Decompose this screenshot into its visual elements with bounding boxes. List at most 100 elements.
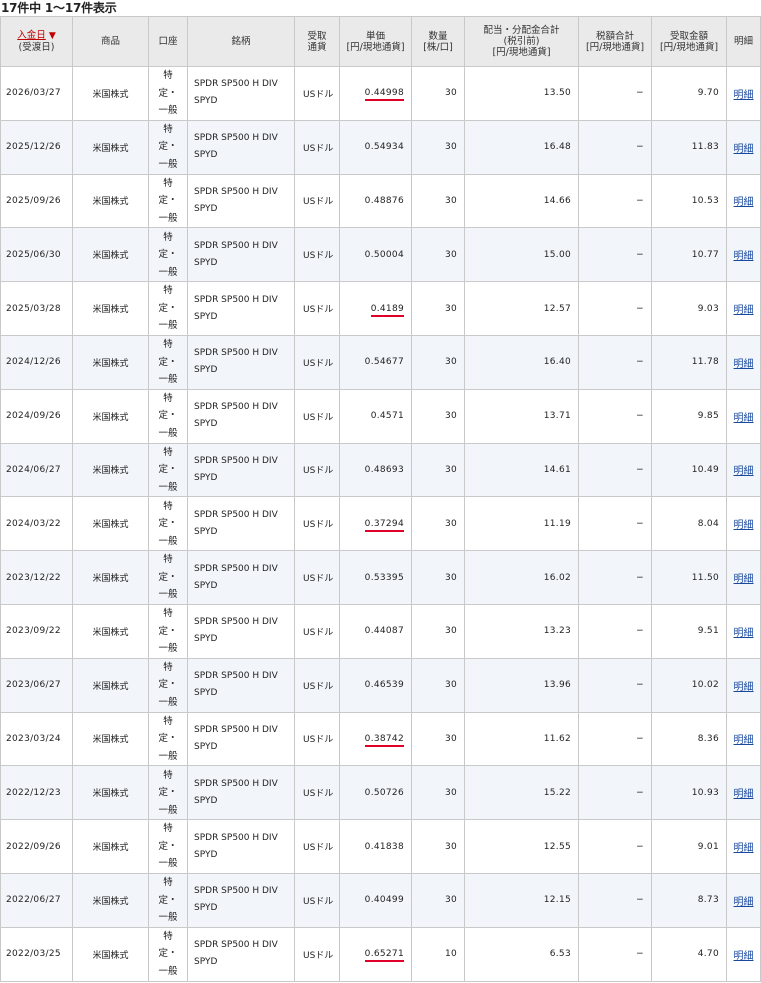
issue-name: SPDR SP500 H DIV bbox=[194, 671, 278, 682]
cell-received-amount: 9.70 bbox=[651, 66, 727, 121]
cell-product: 米国株式 bbox=[72, 550, 149, 605]
cell-product: 米国株式 bbox=[72, 334, 149, 390]
detail-link[interactable]: 明細 bbox=[734, 520, 754, 531]
table-row: 2025/06/30 米国株式特定・ 一般 SPDR SP500 H DIV SPYD U… bbox=[0, 227, 761, 283]
detail-link[interactable]: 明細 bbox=[734, 682, 754, 693]
cell-account: 特定・ 一般 bbox=[148, 66, 188, 121]
issue-name: SPDR SP500 H DIV bbox=[194, 509, 278, 520]
cell-tax-total: − bbox=[578, 765, 652, 821]
unit-price-value: 0.65271 bbox=[364, 949, 404, 963]
table-row: 2025/09/26 米国株式特定・ 一般 SPDR SP500 H DIV SPYD U… bbox=[0, 173, 761, 229]
cell-unit-price: 0.41838 bbox=[339, 819, 412, 874]
header-currency: 受取 通貨 bbox=[294, 16, 340, 67]
cell-date: 2022/03/25 bbox=[0, 926, 73, 982]
detail-link[interactable]: 明細 bbox=[734, 144, 754, 155]
header-date[interactable]: 入金日 ▼ (受渡日) bbox=[0, 16, 73, 67]
cell-unit-price: 0.38742 bbox=[339, 711, 412, 767]
cell-tax-total: − bbox=[578, 281, 652, 336]
cell-unit-price: 0.50726 bbox=[339, 765, 412, 821]
cell-dividend-total: 12.15 bbox=[464, 872, 579, 928]
cell-detail: 明細 bbox=[726, 550, 761, 605]
cell-currency: USドル bbox=[294, 496, 340, 552]
detail-link[interactable]: 明細 bbox=[734, 735, 754, 746]
cell-unit-price: 0.4189 bbox=[339, 281, 412, 336]
cell-dividend-total: 11.19 bbox=[464, 496, 579, 552]
cell-detail: 明細 bbox=[726, 765, 761, 821]
issue-ticker: SPYD bbox=[194, 419, 218, 430]
unit-price-value: 0.41838 bbox=[364, 841, 404, 852]
sort-by-date-link[interactable]: 入金日 bbox=[17, 30, 46, 41]
cell-date: 2026/03/27 bbox=[0, 66, 73, 121]
cell-product: 米国株式 bbox=[72, 872, 149, 928]
cell-unit-price: 0.65271 bbox=[339, 926, 412, 982]
cell-date: 2025/03/28 bbox=[0, 281, 73, 336]
cell-dividend-total: 16.48 bbox=[464, 119, 579, 175]
cell-date: 2024/06/27 bbox=[0, 442, 73, 498]
cell-product: 米国株式 bbox=[72, 657, 149, 713]
cell-account: 特定・ 一般 bbox=[148, 119, 188, 175]
cell-product: 米国株式 bbox=[72, 819, 149, 874]
cell-product: 米国株式 bbox=[72, 281, 149, 336]
cell-currency: USドル bbox=[294, 765, 340, 821]
table-row: 2024/03/22 米国株式特定・ 一般 SPDR SP500 H DIV SPYD U… bbox=[0, 496, 761, 552]
cell-account: 特定・ 一般 bbox=[148, 227, 188, 283]
sort-desc-icon[interactable]: ▼ bbox=[49, 31, 56, 41]
cell-currency: USドル bbox=[294, 872, 340, 928]
detail-link[interactable]: 明細 bbox=[734, 466, 754, 477]
cell-issue: SPDR SP500 H DIV SPYD bbox=[187, 119, 295, 175]
cell-product: 米国株式 bbox=[72, 173, 149, 229]
cell-tax-total: − bbox=[578, 227, 652, 283]
cell-tax-total: − bbox=[578, 442, 652, 498]
detail-link[interactable]: 明細 bbox=[734, 413, 754, 424]
detail-link[interactable]: 明細 bbox=[734, 574, 754, 585]
table-row: 2022/06/27 米国株式特定・ 一般 SPDR SP500 H DIV SPYD U… bbox=[0, 872, 761, 928]
issue-name: SPDR SP500 H DIV bbox=[194, 886, 278, 897]
cell-issue: SPDR SP500 H DIV SPYD bbox=[187, 765, 295, 821]
detail-link[interactable]: 明細 bbox=[734, 843, 754, 854]
cell-quantity: 30 bbox=[411, 227, 465, 283]
cell-account: 特定・ 一般 bbox=[148, 657, 188, 713]
table-row: 2024/06/27 米国株式特定・ 一般 SPDR SP500 H DIV SPYD U… bbox=[0, 442, 761, 498]
issue-name: SPDR SP500 H DIV bbox=[194, 778, 278, 789]
detail-link[interactable]: 明細 bbox=[734, 897, 754, 908]
issue-ticker: SPYD bbox=[194, 634, 218, 645]
cell-date: 2023/06/27 bbox=[0, 657, 73, 713]
detail-link[interactable]: 明細 bbox=[734, 789, 754, 800]
cell-received-amount: 8.04 bbox=[651, 496, 727, 552]
detail-link[interactable]: 明細 bbox=[734, 628, 754, 639]
cell-currency: USドル bbox=[294, 334, 340, 390]
table-row: 2023/09/22 米国株式特定・ 一般 SPDR SP500 H DIV SPYD U… bbox=[0, 603, 761, 659]
cell-dividend-total: 16.40 bbox=[464, 334, 579, 390]
issue-ticker: SPYD bbox=[194, 580, 218, 591]
cell-date: 2024/09/26 bbox=[0, 388, 73, 444]
detail-link[interactable]: 明細 bbox=[734, 251, 754, 262]
cell-quantity: 30 bbox=[411, 334, 465, 390]
cell-dividend-total: 14.66 bbox=[464, 173, 579, 229]
issue-name: SPDR SP500 H DIV bbox=[194, 133, 278, 144]
cell-tax-total: − bbox=[578, 603, 652, 659]
detail-link[interactable]: 明細 bbox=[734, 305, 754, 316]
unit-price-value: 0.50004 bbox=[364, 249, 404, 260]
cell-detail: 明細 bbox=[726, 388, 761, 444]
cell-unit-price: 0.48693 bbox=[339, 442, 412, 498]
cell-issue: SPDR SP500 H DIV SPYD bbox=[187, 872, 295, 928]
cell-product: 米国株式 bbox=[72, 926, 149, 982]
issue-ticker: SPYD bbox=[194, 849, 218, 860]
cell-detail: 明細 bbox=[726, 442, 761, 498]
detail-link[interactable]: 明細 bbox=[734, 951, 754, 962]
cell-dividend-total: 12.57 bbox=[464, 281, 579, 336]
cell-issue: SPDR SP500 H DIV SPYD bbox=[187, 281, 295, 336]
issue-ticker: SPYD bbox=[194, 150, 218, 161]
unit-price-value: 0.38742 bbox=[364, 733, 404, 747]
unit-price-value: 0.44998 bbox=[364, 88, 404, 102]
detail-link[interactable]: 明細 bbox=[734, 90, 754, 101]
issue-name: SPDR SP500 H DIV bbox=[194, 402, 278, 413]
unit-price-value: 0.4189 bbox=[370, 303, 404, 317]
cell-tax-total: − bbox=[578, 66, 652, 121]
detail-link[interactable]: 明細 bbox=[734, 359, 754, 370]
detail-link[interactable]: 明細 bbox=[734, 197, 754, 208]
cell-quantity: 30 bbox=[411, 603, 465, 659]
cell-account: 特定・ 一般 bbox=[148, 281, 188, 336]
cell-currency: USドル bbox=[294, 819, 340, 874]
cell-unit-price: 0.50004 bbox=[339, 227, 412, 283]
